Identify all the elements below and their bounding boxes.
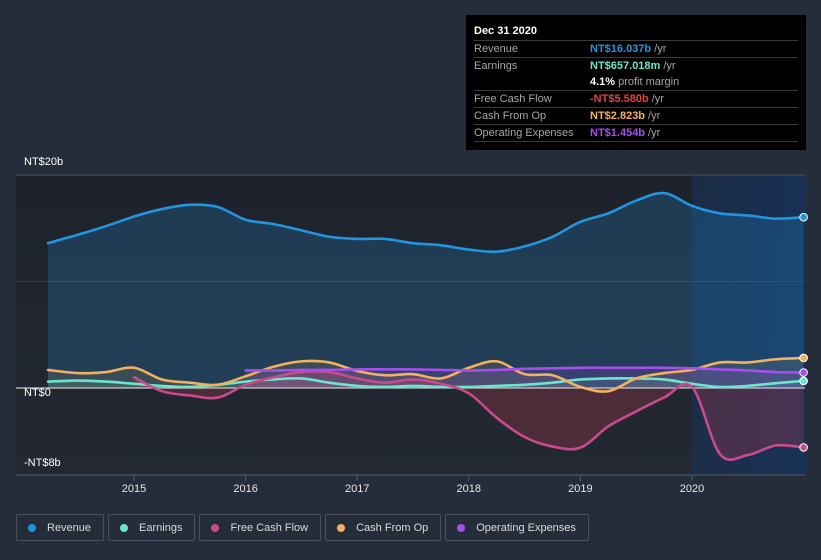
x-tick-label: 2017 [345,483,369,495]
tooltip-unit: /yr [648,110,661,122]
tooltip-row-earnings: Earnings NT$657.018m /yr [474,58,798,74]
legend-item-free-cash-flow[interactable]: Free Cash Flow [199,514,322,541]
tooltip: Dec 31 2020 Revenue NT$16.037b /yr Earni… [466,15,806,150]
tooltip-label: Free Cash Flow [474,93,552,105]
tooltip-unit: /yr [648,127,661,139]
tooltip-date: Dec 31 2020 [474,23,798,41]
legend-label: Free Cash Flow [230,521,309,534]
legend-label: Operating Expenses [476,521,576,534]
legend-label: Revenue [47,521,92,534]
y-tick-label: NT$20b [24,156,63,168]
free-cash-flow-dot-icon [211,523,220,532]
legend-item-revenue[interactable]: Revenue [16,514,105,541]
cash-from-op-dot-icon [337,523,346,532]
tooltip-unit: /yr [651,93,664,105]
tooltip-label [474,74,590,90]
legend-label: Earnings [139,521,183,534]
legend-label: Cash From Op [356,521,429,534]
legend: Revenue Earnings Free Cash Flow Cash Fro… [16,514,589,541]
earnings-endpoint-marker[interactable] [799,376,808,386]
tooltip-label: Earnings [474,60,518,72]
legend-item-cash-from-op[interactable]: Cash From Op [325,514,442,541]
tooltip-row-profit-margin: 4.1% profit margin [474,74,798,91]
x-tick-label: 2016 [233,483,257,495]
tooltip-value: NT$657.018m [590,60,661,72]
y-tick-label: -NT$8b [24,457,61,469]
tooltip-unit: /yr [663,60,676,72]
tooltip-row-cash-from-op: Cash From Op NT$2.823b /yr [474,108,798,125]
free-cash-flow-endpoint-marker[interactable] [799,443,808,452]
x-tick-label: 2020 [680,483,704,495]
x-tick-label: 2019 [568,483,592,495]
tooltip-unit: /yr [654,43,667,55]
operating-expenses-endpoint-marker[interactable] [799,368,808,377]
revenue-dot-icon [28,523,36,532]
tooltip-label: Operating Expenses [474,127,574,139]
tooltip-row-free-cash-flow: Free Cash Flow -NT$5.580b /yr [474,91,798,108]
y-tick-label: NT$0 [24,387,51,399]
operating-expenses-dot-icon [457,523,466,532]
tooltip-value: NT$2.823b [590,110,646,122]
tooltip-label: Revenue [474,43,519,55]
earnings-dot-icon [120,523,129,532]
revenue-endpoint-marker[interactable] [799,212,808,222]
x-tick-label: 2015 [122,483,146,495]
tooltip-row-revenue: Revenue NT$16.037b /yr [474,41,798,58]
tooltip-unit: profit margin [618,76,680,88]
x-tick-label: 2018 [457,483,481,495]
tooltip-value: 4.1% [590,76,616,88]
tooltip-value: NT$1.454b [590,127,646,139]
tooltip-value: -NT$5.580b [590,93,649,105]
legend-item-earnings[interactable]: Earnings [108,514,196,541]
tooltip-row-operating-expenses: Operating Expenses NT$1.454b /yr [474,125,798,142]
cash-from-op-endpoint-marker[interactable] [799,353,808,363]
tooltip-value: NT$16.037b [590,43,652,55]
legend-item-operating-expenses[interactable]: Operating Expenses [445,514,589,541]
tooltip-label: Cash From Op [474,110,547,122]
